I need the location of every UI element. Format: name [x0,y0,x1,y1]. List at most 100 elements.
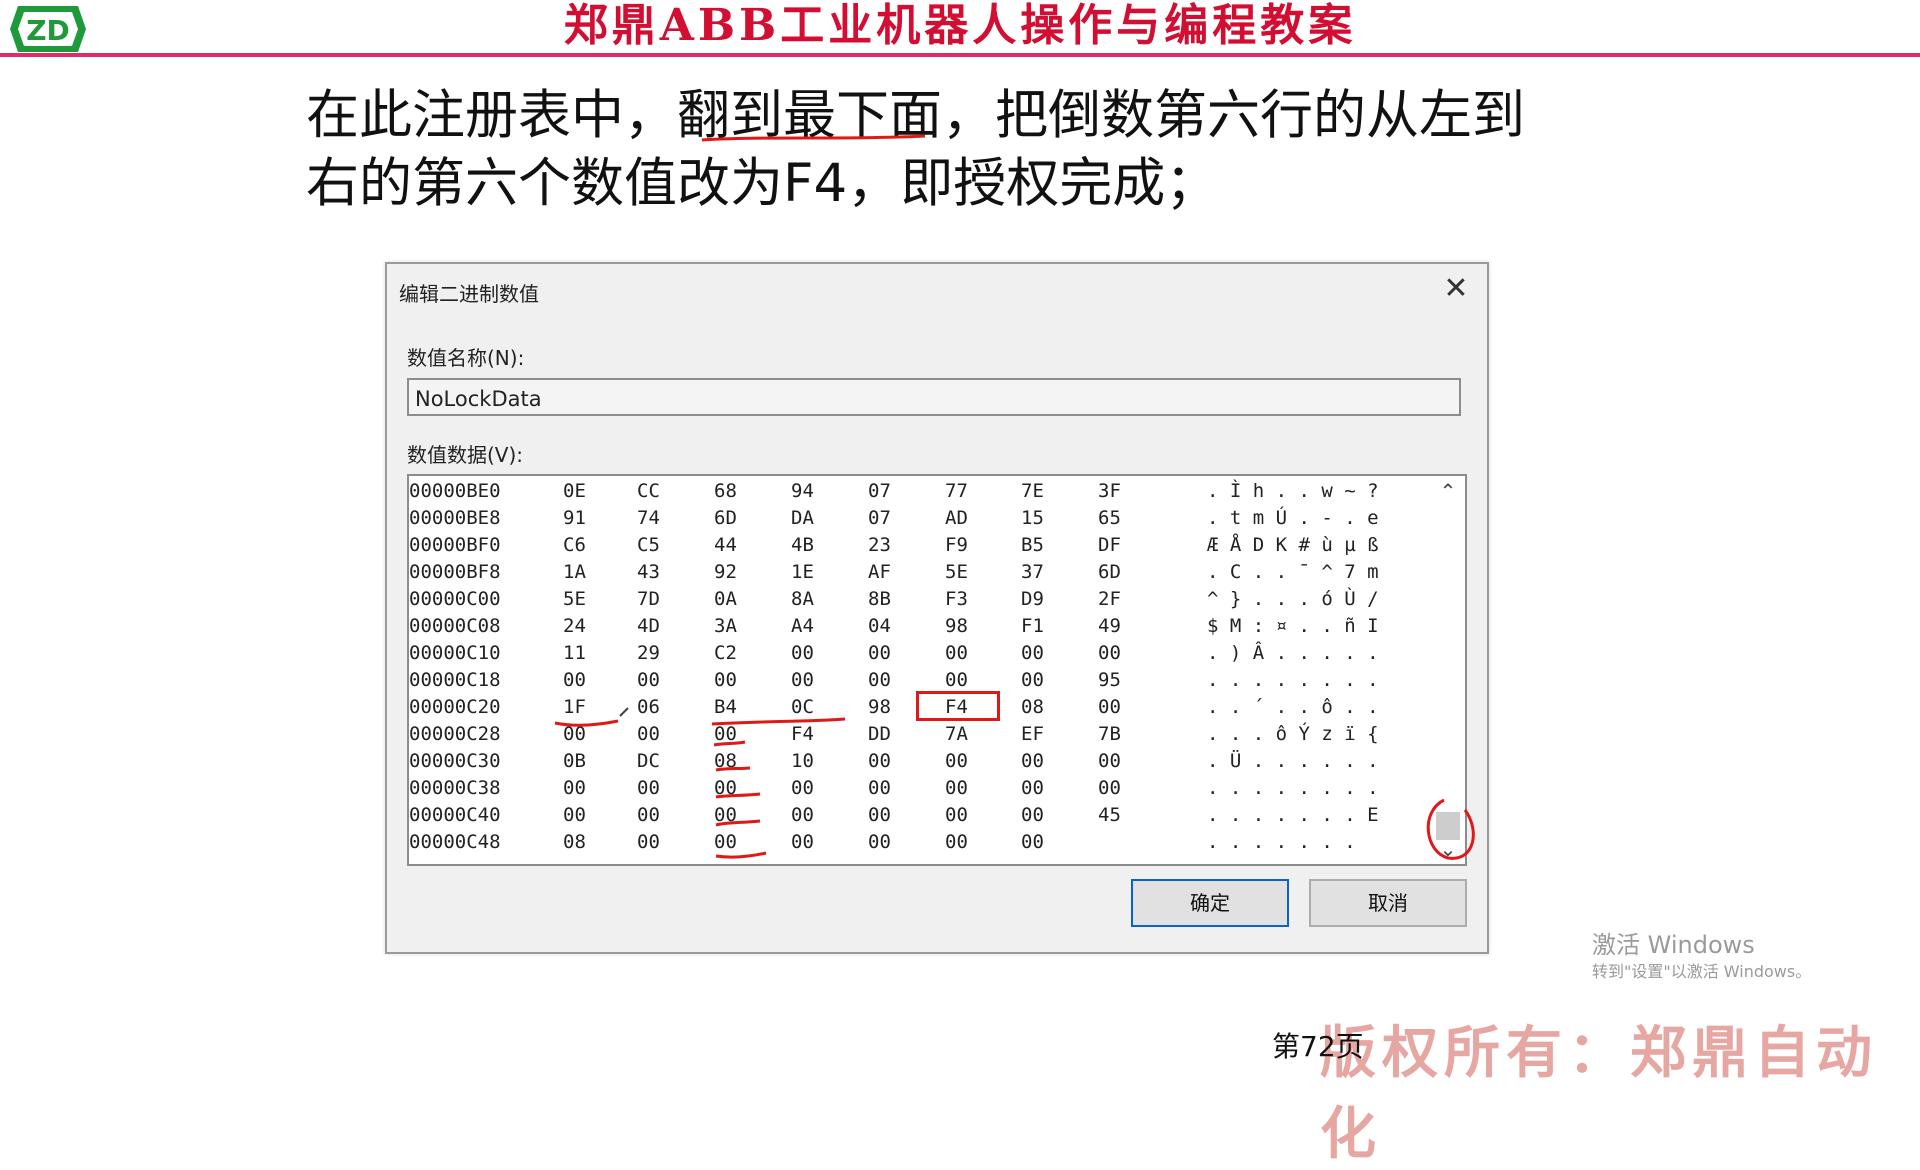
hex-byte[interactable]: C6 [563,534,586,556]
hex-row[interactable]: 00000C30 0B DC 08 10 00 00 00 00 . Ü . . . . . . [409,750,1409,777]
hex-byte[interactable]: 00 [1098,777,1121,799]
hex-byte[interactable]: 24 [563,615,586,637]
hex-byte[interactable]: 00 [714,669,737,691]
hex-byte[interactable]: C5 [637,534,660,556]
hex-byte[interactable]: AF [868,561,891,583]
hex-byte[interactable]: 7A [945,723,968,745]
hex-row[interactable]: 00000BE8 91 74 6D DA 07 AD 15 65 . t m Ú . - . e [409,507,1409,534]
hex-byte[interactable]: 00 [1021,804,1044,826]
hex-row[interactable]: 00000C08 24 4D 3A A4 04 98 F1 49 $ M : ¤ . . ñ I [409,615,1409,642]
hex-byte[interactable]: 00 [563,804,586,826]
hex-byte[interactable]: 0A [714,588,737,610]
hex-byte[interactable]: EF [1021,723,1044,745]
hex-byte[interactable]: 00 [791,777,814,799]
hex-byte[interactable]: 00 [945,831,968,853]
hex-byte[interactable]: 49 [1098,615,1121,637]
hex-byte[interactable]: 00 [637,777,660,799]
hex-byte[interactable]: 45 [1098,804,1121,826]
hex-byte[interactable]: 77 [945,480,968,502]
hex-byte[interactable]: 15 [1021,507,1044,529]
hex-byte[interactable]: 00 [945,642,968,664]
hex-byte[interactable]: 00 [637,831,660,853]
hex-byte[interactable]: 00 [1021,831,1044,853]
hex-byte[interactable]: 7B [1098,723,1121,745]
hex-byte[interactable]: DA [791,507,814,529]
hex-row[interactable]: 00000C48 08 00 00 00 00 00 00 . . . . . . . [409,831,1409,858]
hex-byte[interactable]: B4 [714,696,737,718]
hex-byte[interactable]: 74 [637,507,660,529]
hex-byte[interactable]: 00 [1098,750,1121,772]
hex-byte[interactable]: 00 [868,642,891,664]
hex-byte[interactable]: DD [868,723,891,745]
chevron-down-icon[interactable]: ⌄ [1431,834,1465,864]
hex-byte[interactable]: 2F [1098,588,1121,610]
hex-byte[interactable]: 4B [791,534,814,556]
hex-row[interactable]: 00000BE0 0E CC 68 94 07 77 7E 3F . Ì h . . w ~ ? [409,480,1409,507]
hex-byte[interactable]: 06 [637,696,660,718]
binary-data-editor[interactable]: ⌃ ⌄ 00000BE0 0E CC 68 94 07 77 7E 3F . Ì h . . w … [407,474,1467,866]
hex-byte[interactable]: F4 [791,723,814,745]
hex-byte[interactable]: 08 [563,831,586,853]
hex-byte[interactable]: CC [637,480,660,502]
hex-byte[interactable]: 3F [1098,480,1121,502]
hex-byte[interactable]: 7D [637,588,660,610]
hex-row[interactable]: 00000C28 00 00 00 F4 DD 7A EF 7B . . . ô Ý z ï { [409,723,1409,750]
hex-row[interactable]: 00000BF0 C6 C5 44 4B 23 F9 B5 DF Æ Å D K # ù µ ß [409,534,1409,561]
hex-byte[interactable]: DF [1098,534,1121,556]
hex-byte[interactable]: 7E [1021,480,1044,502]
hex-row[interactable]: 00000C40 00 00 00 00 00 00 00 45 . . . . . . . E [409,804,1409,831]
hex-byte[interactable]: C2 [714,642,737,664]
hex-byte[interactable]: 11 [563,642,586,664]
hex-byte[interactable]: 0C [791,696,814,718]
hex-byte[interactable]: A4 [791,615,814,637]
hex-byte[interactable]: 65 [1098,507,1121,529]
hex-byte[interactable]: 00 [1021,642,1044,664]
hex-row[interactable]: 00000BF8 1A 43 92 1E AF 5E 37 6D . C . . ¯ ^ 7 m [409,561,1409,588]
hex-byte[interactable]: 4D [637,615,660,637]
hex-byte[interactable]: 8B [868,588,891,610]
hex-byte[interactable]: 43 [637,561,660,583]
hex-byte[interactable]: 68 [714,480,737,502]
hex-byte[interactable]: 00 [945,750,968,772]
hex-byte[interactable]: 00 [791,804,814,826]
hex-byte[interactable]: 1A [563,561,586,583]
cancel-button[interactable]: 取消 [1309,879,1467,927]
hex-byte[interactable]: F1 [1021,615,1044,637]
hex-byte[interactable]: 6D [1098,561,1121,583]
hex-byte[interactable]: 1F [563,696,586,718]
hex-byte[interactable]: 00 [945,777,968,799]
hex-byte[interactable]: 5E [945,561,968,583]
hex-byte[interactable]: 95 [1098,669,1121,691]
hex-byte[interactable]: 44 [714,534,737,556]
hex-byte[interactable]: 00 [714,777,737,799]
hex-byte[interactable]: 00 [1021,777,1044,799]
hex-byte[interactable]: 00 [714,723,737,745]
hex-byte[interactable]: 37 [1021,561,1044,583]
hex-byte[interactable]: 0E [563,480,586,502]
hex-byte[interactable]: 10 [791,750,814,772]
hex-byte[interactable]: 00 [868,669,891,691]
hex-row[interactable]: 00000C20 1F 06 B4 0C 98 F4 08 00. . ´ . . ô . . [409,696,1409,723]
hex-byte[interactable]: 00 [1098,696,1121,718]
hex-row[interactable]: 00000C00 5E 7D 0A 8A 8B F3 D9 2F ^ } . . . ó Ù / [409,588,1409,615]
hex-row[interactable]: 00000C18 00 00 00 00 00 00 00 95 . . . . . . . . [409,669,1409,696]
close-icon[interactable]: ✕ [1439,272,1473,306]
hex-byte[interactable]: 08 [714,750,737,772]
hex-row[interactable]: 00000C38 00 00 00 00 00 00 00 00 . . . . . . . . [409,777,1409,804]
hex-byte[interactable]: 98 [868,696,891,718]
hex-byte[interactable]: 00 [791,831,814,853]
hex-byte[interactable]: 1E [791,561,814,583]
hex-byte[interactable]: 00 [945,669,968,691]
hex-byte[interactable]: 8A [791,588,814,610]
hex-byte[interactable]: 00 [637,804,660,826]
hex-byte[interactable]: B5 [1021,534,1044,556]
hex-byte[interactable]: 08 [1021,696,1044,718]
value-name-field[interactable]: NoLockData [407,378,1461,416]
vertical-scrollbar[interactable]: ⌃ ⌄ [1431,476,1465,864]
hex-byte[interactable]: 6D [714,507,737,529]
hex-byte[interactable]: 29 [637,642,660,664]
hex-byte[interactable]: 00 [563,723,586,745]
hex-byte[interactable]: 00 [1021,750,1044,772]
hex-byte[interactable]: F3 [945,588,968,610]
hex-byte[interactable]: 94 [791,480,814,502]
